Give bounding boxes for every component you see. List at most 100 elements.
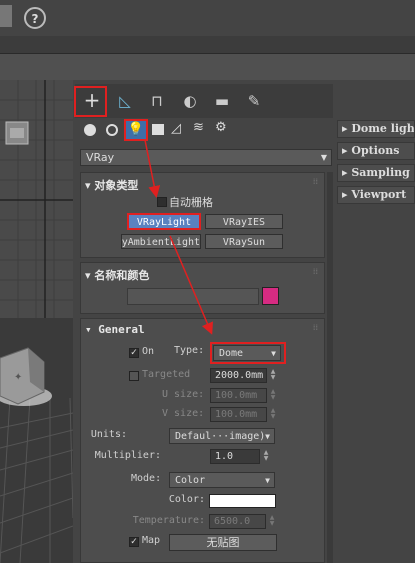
modify-tab[interactable]: ◺ [111,88,139,114]
vsize-label: V size: [162,408,205,419]
right-rollout-panel [333,118,415,563]
utilities-icon: ✎ [247,92,261,110]
name-color-header[interactable]: ▾ 名称和颜色 [85,267,149,283]
dome-light-rollout[interactable]: ▸ Dome light [337,120,415,138]
create-tab-highlight [74,86,107,117]
renderer-dropdown[interactable]: VRay ▼ [80,149,332,166]
systems-icon[interactable]: ⚙ [215,120,227,135]
vrayies-button[interactable]: VRayIES [205,214,283,229]
vraysun-button[interactable]: VRaySun [205,234,283,249]
lights-icon[interactable]: 💡 [124,119,148,141]
vsize-field[interactable]: 100.0mm [210,407,267,422]
units-label-clip: Units: [81,427,127,443]
map-button[interactable]: 无贴图 [169,534,277,551]
chevron-down-icon: ▼ [320,153,327,162]
general-header[interactable]: ▾ General [85,323,145,336]
chevron-down-icon: ▼ [265,432,270,441]
viewport-grid [0,80,73,318]
map-label: Map [142,535,161,546]
light-color-swatch[interactable] [209,494,276,508]
sampling-rollout[interactable]: ▸ Sampling [337,164,415,182]
object-color-swatch[interactable] [262,287,279,305]
usize-label: U size: [162,389,205,400]
rollout-grip-icon: ⁞⁞ [312,177,318,186]
map-checkbox[interactable]: ✓ [129,537,139,547]
object-type-header[interactable]: ▾ 对象类型 [85,177,138,193]
viewport-perspective[interactable]: ✦ [0,318,73,563]
units-label: Units: [90,429,127,440]
on-checkbox[interactable]: ✓ [129,348,139,358]
type-dropdown-value: Dome [219,348,244,359]
top-toolbar: ? [0,0,415,36]
temperature-label-clip: Temperature: [81,514,205,530]
color-label-clip: Color: [81,493,205,509]
units-dropdown-value: Defaul···image) [175,431,266,442]
display-icon: ▬ [214,92,230,110]
multiplier-field[interactable]: 1.0 [210,449,260,464]
helpers-icon[interactable]: ◿ [171,121,181,136]
spinner-icon[interactable]: ▲ ▼ [262,450,270,462]
chevron-down-icon: ▼ [265,476,270,485]
utilities-tab[interactable]: ✎ [240,88,268,114]
color-label: Color: [168,494,205,505]
dome-light-label: Dome light [351,122,415,135]
geometry-icon[interactable] [84,124,96,136]
collapse-icon: ▾ [85,269,95,282]
spinner-icon[interactable]: ▲ ▼ [268,515,276,527]
targeted-distance-field[interactable]: 2000.0mm [210,368,267,383]
vrayambientlight-label: VRayAmbientLight [121,237,200,248]
ribbon-strip [0,54,415,80]
general-rollout: ▾ General ⁞⁞ ✓ On Type: Dome ▼ Targeted … [80,318,325,563]
autogrid-label: 自动栅格 [169,196,213,209]
on-label: On [142,346,155,357]
targeted-checkbox[interactable] [129,371,139,381]
modify-icon: ◺ [119,92,131,110]
spinner-icon[interactable]: ▲ ▼ [269,389,277,401]
targeted-label: Targeted [142,369,191,380]
mode-dropdown[interactable]: Color ▼ [169,472,275,488]
options-rollout[interactable]: ▸ Options [337,142,415,160]
motion-tab[interactable]: ◐ [176,88,204,114]
help-button[interactable]: ? [24,7,46,29]
vraylight-button[interactable]: VRayLight [127,213,201,230]
motion-icon: ◐ [183,92,197,110]
cameras-icon[interactable] [152,124,164,135]
object-name-input[interactable] [127,288,259,305]
name-color-title: 名称和颜色 [94,269,150,282]
menu-strip [0,36,415,54]
viewport-rollout[interactable]: ▸ Viewport [337,186,415,204]
units-dropdown[interactable]: Defaul···image) ▼ [169,428,275,444]
usize-field[interactable]: 100.0mm [210,388,267,403]
multiplier-label: Multiplier: [94,450,161,461]
viewport-top[interactable] [0,80,73,318]
collapse-icon: ▾ [85,323,99,336]
space-warps-icon[interactable]: ≋ [193,120,204,135]
collapse-icon: ▾ [85,179,95,192]
name-color-rollout: ▾ 名称和颜色 ⁞⁞ [80,262,325,314]
expand-icon: ▸ [342,188,352,201]
display-tab[interactable]: ▬ [208,88,236,114]
object-type-title: 对象类型 [94,179,139,192]
shapes-icon[interactable] [106,124,118,136]
rollout-grip-icon: ⁞⁞ [312,267,318,276]
options-label: Options [351,144,400,157]
object-type-rollout: ▾ 对象类型 ⁞⁞ 自动栅格 VRayLight VRayIES VRayAmb… [80,172,325,258]
type-label: Type: [174,345,205,356]
rollout-grip-icon: ⁞⁞ [312,323,318,332]
perspective-grid: ✦ [0,347,73,563]
general-title: General [98,323,145,336]
svg-text:✦: ✦ [14,372,22,383]
chevron-down-icon: ▼ [271,349,276,358]
save-icon[interactable] [0,5,12,27]
mode-label: Mode: [131,473,162,484]
expand-icon: ▸ [342,122,352,135]
temperature-field[interactable]: 6500.0 [209,514,266,529]
spinner-icon[interactable]: ▲ ▼ [269,369,277,381]
hierarchy-tab[interactable]: ⊓ [143,88,171,114]
type-dropdown[interactable]: Dome ▼ [213,345,281,361]
multiplier-label-clip: Multiplier: [81,449,161,465]
autogrid-checkbox[interactable] [157,197,167,207]
vrayambientlight-button[interactable]: VRayAmbientLight [121,234,201,249]
hierarchy-icon: ⊓ [151,92,163,110]
spinner-icon[interactable]: ▲ ▼ [269,408,277,420]
